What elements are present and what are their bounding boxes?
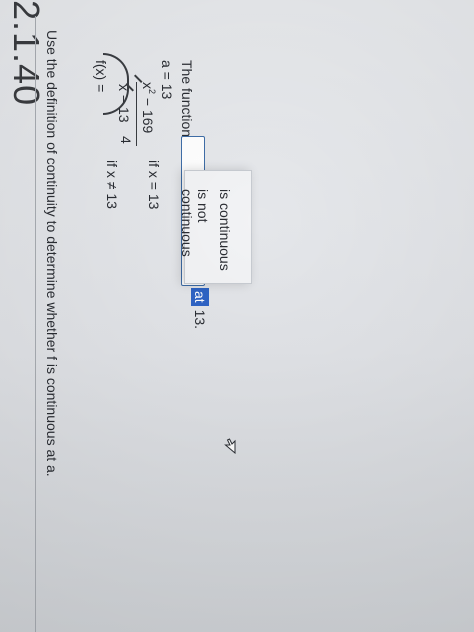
mouse-pointer-icon xyxy=(224,438,236,454)
header-fragment: 2.1.40 xyxy=(6,0,47,107)
option-is-not-continuous[interactable]: is not continuous xyxy=(179,189,211,283)
case1-condition: if x ≠ 13 xyxy=(104,160,120,209)
answer-suffix: at 13. xyxy=(191,288,209,330)
photo-vignette xyxy=(0,0,474,632)
fraction-numerator: x2 − 169 xyxy=(140,82,157,134)
answer-prefix: The function xyxy=(179,60,195,138)
numerator-exponent: 2 xyxy=(147,89,157,95)
answer-dropdown-menu: is continuous is not continuous xyxy=(179,170,252,284)
case2-condition: if x = 13 xyxy=(146,160,162,210)
screen-canvas: 2.1.40 Use the definition of continuity … xyxy=(0,0,474,632)
numerator-tail: − 169 xyxy=(140,94,156,134)
question-prompt: Use the definition of continuity to dete… xyxy=(44,30,60,477)
fraction-denominator: x − 13 xyxy=(116,84,132,123)
answer-suffix-tail: 13. xyxy=(192,305,208,330)
fraction-bar xyxy=(136,82,137,146)
option-is-continuous[interactable]: is continuous xyxy=(217,189,233,271)
a-value: a = 13 xyxy=(159,60,175,100)
answer-suffix-highlight: at xyxy=(191,288,209,306)
numerator-base: x xyxy=(140,82,156,89)
divider xyxy=(35,16,36,632)
case2-value: 4 xyxy=(118,136,134,144)
